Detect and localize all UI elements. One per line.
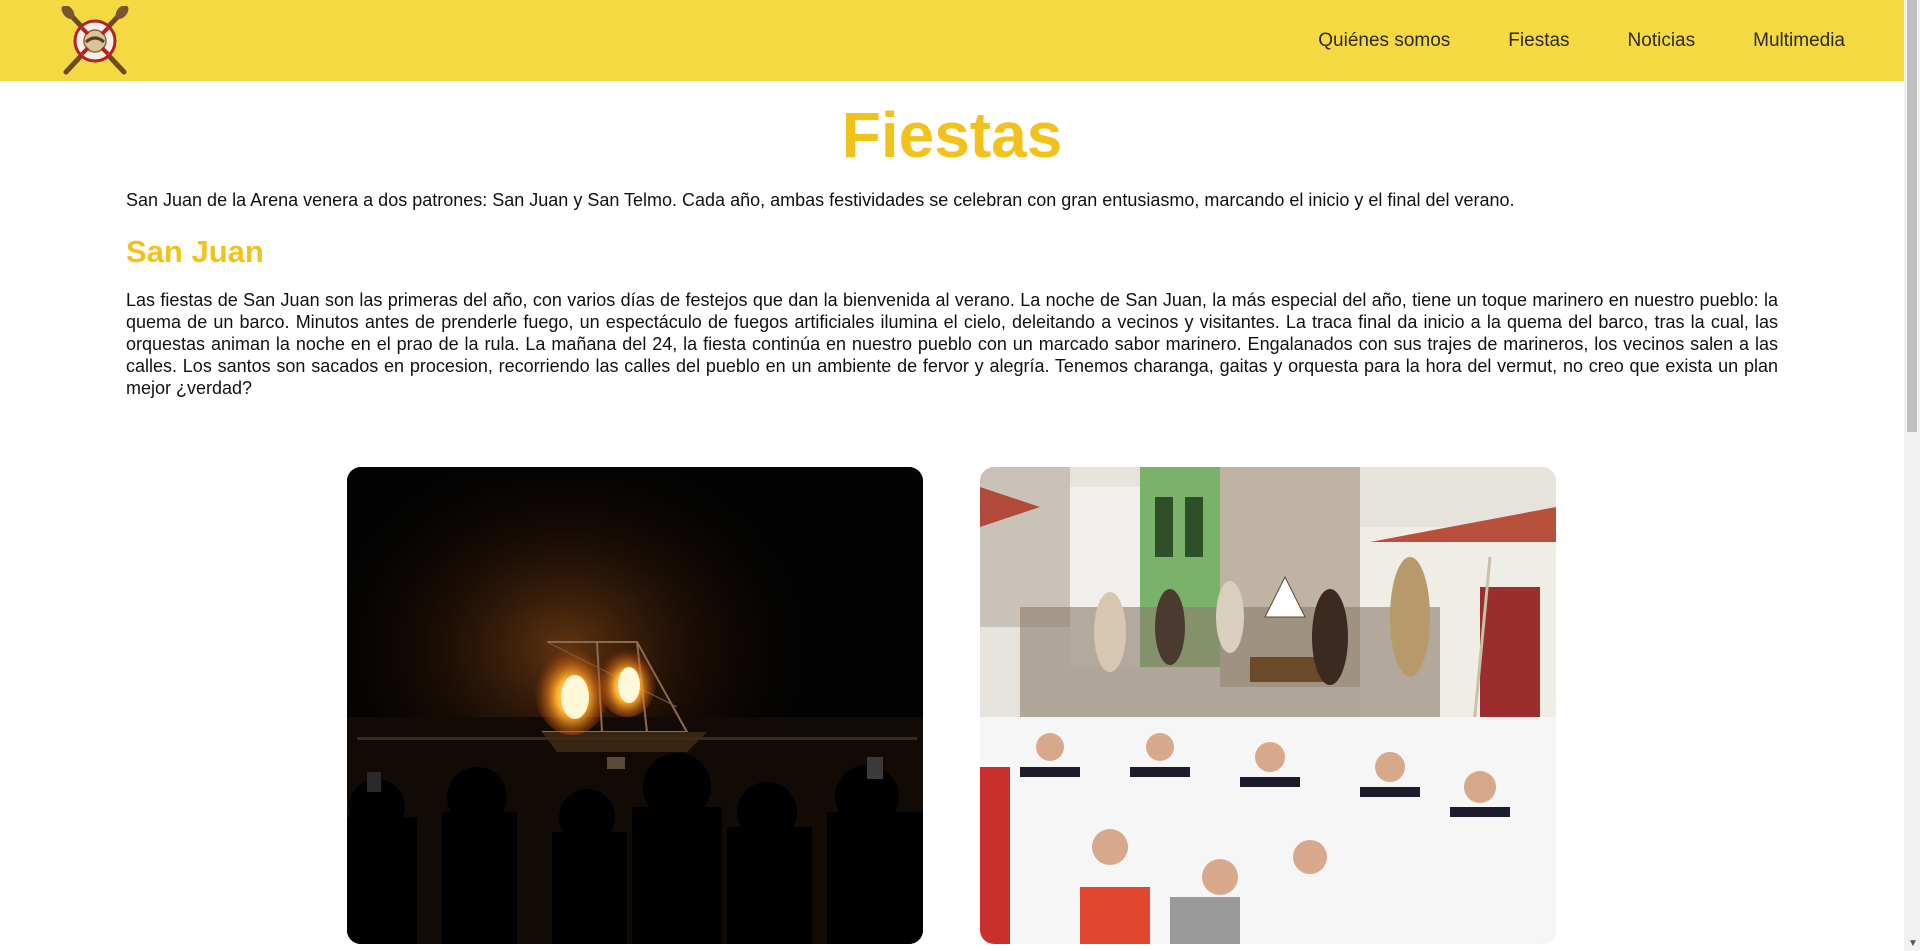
nav-item-fiestas[interactable]: Fiestas (1479, 30, 1598, 52)
main-nav: Quiénes somos Fiestas Noticias Multimedi… (1289, 0, 1904, 81)
crossed-oars-emblem-icon[interactable] (60, 6, 130, 76)
scrollbar-thumb[interactable] (1907, 0, 1917, 432)
page-scrollbar[interactable]: ▼ (1904, 0, 1920, 951)
boat-burning-image (347, 467, 923, 944)
section-text-san-juan: Las fiestas de San Juan son las primeras… (126, 290, 1778, 398)
photo-procession[interactable] (980, 467, 1556, 944)
nav-item-noticias[interactable]: Noticias (1599, 30, 1725, 52)
scroll-down-arrow-icon[interactable]: ▼ (1908, 938, 1918, 949)
section-title-san-juan: San Juan (126, 234, 264, 269)
nav-item-multimedia[interactable]: Multimedia (1724, 30, 1904, 52)
intro-paragraph: San Juan de la Arena venera a dos patron… (126, 190, 1515, 210)
photo-boat-burning[interactable] (347, 467, 923, 944)
page-title: Fiestas (841, 99, 1063, 171)
nav-item-quienes-somos[interactable]: Quiénes somos (1289, 30, 1479, 52)
procession-image (980, 467, 1556, 944)
site-header: Quiénes somos Fiestas Noticias Multimedi… (0, 0, 1904, 81)
